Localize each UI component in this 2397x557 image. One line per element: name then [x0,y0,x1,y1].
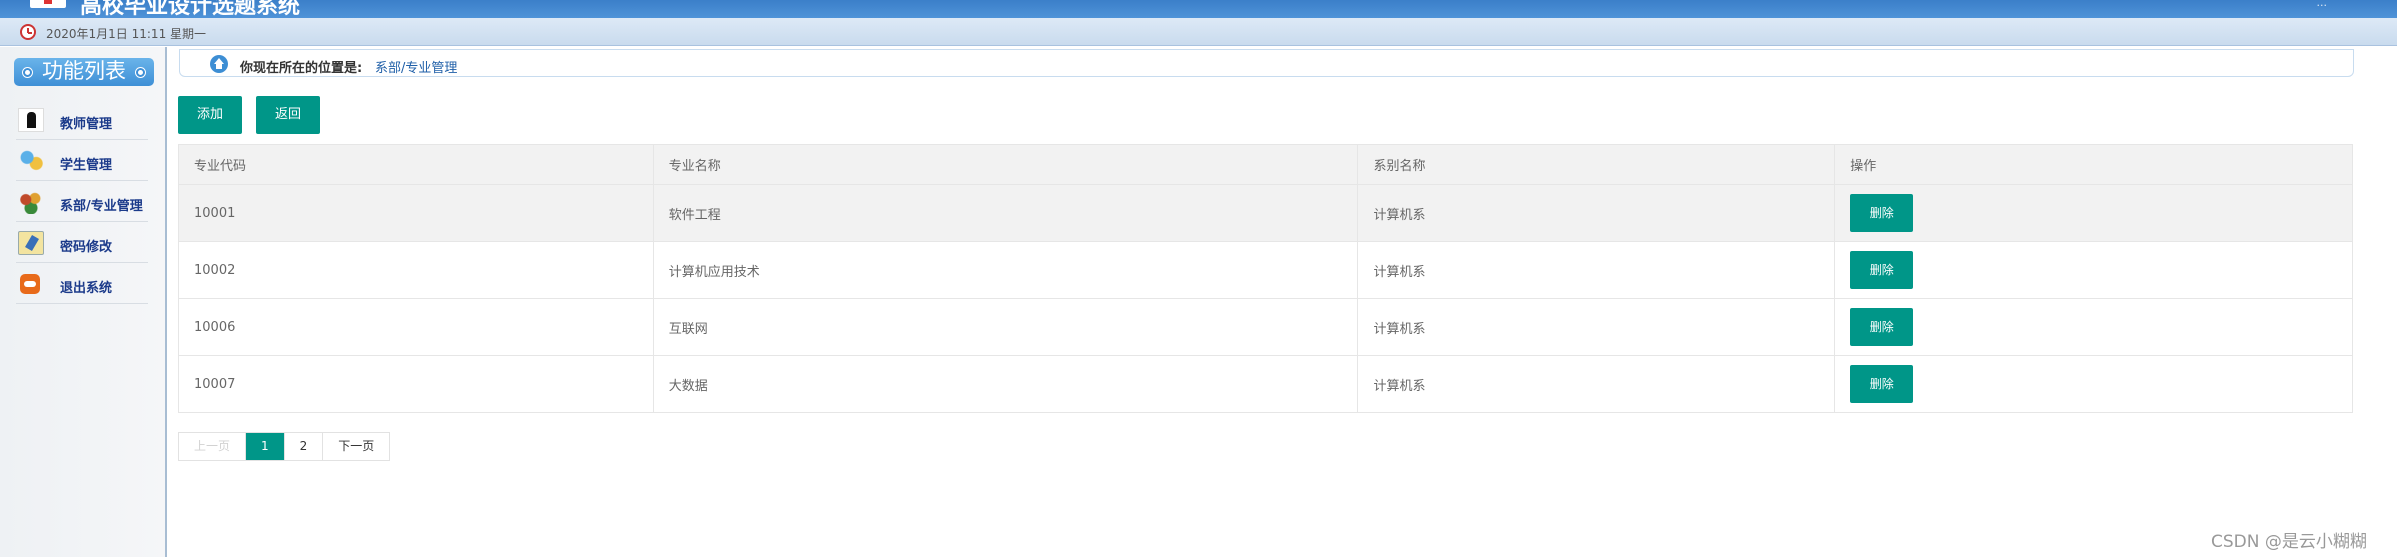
major-table: 专业代码 专业名称 系别名称 操作 10001 软件工程 计算机系 删除 100… [178,144,2353,413]
sidebar-item-label: 系部/专业管理 [60,199,143,214]
current-date: 2020年1月1日 11:11 星期一 [46,27,207,41]
column-header: 操作 [1834,144,2353,185]
students-icon [18,149,44,173]
breadcrumb-location[interactable]: 系部/专业管理 [375,57,457,76]
sidebar-title: 功能列表 [14,58,154,86]
actions-cell: 删除 [1834,298,2353,356]
pagination: 上一页 1 2 下一页 [178,432,391,461]
app-logo [30,0,66,8]
actions-cell: 删除 [1834,184,2353,242]
sidebar-item-label: 教师管理 [60,117,113,132]
sidebar-item-teacher[interactable]: 教师管理 [16,100,148,140]
breadcrumb: 你现在所在的位置是: 系部/专业管理 [179,49,2354,77]
app-title: 高校毕业设计选题系统 [80,0,301,19]
sidebar-item-label: 密码修改 [60,240,113,255]
prev-page-button[interactable]: 上一页 [179,433,247,460]
major-code: 10002 [178,241,654,299]
major-name: 大数据 [652,355,1359,413]
major-code: 10001 [178,184,654,242]
header-right-text: ... [2316,0,2328,9]
major-name: 互联网 [652,298,1359,356]
department-name: 计算机系 [1357,298,1836,356]
exit-icon [20,274,40,294]
bullet-icon [23,68,32,77]
table-row: 10006 互联网 计算机系 删除 [178,298,2353,356]
department-icon [18,190,44,214]
column-header: 系别名称 [1357,144,1836,185]
page-1-button[interactable]: 1 [246,433,285,460]
table-row: 10007 大数据 计算机系 删除 [178,355,2353,413]
date-bar: 2020年1月1日 11:11 星期一 [0,18,2397,46]
csdn-watermark: CSDN @是云小糊糊 [2211,532,2367,552]
table-row: 10001 软件工程 计算机系 删除 [178,184,2353,242]
home-icon[interactable] [210,55,228,73]
breadcrumb-prefix: 你现在所在的位置是: [240,61,363,76]
table-row: 10002 计算机应用技术 计算机系 删除 [178,241,2353,299]
department-name: 计算机系 [1357,241,1836,299]
password-icon [18,231,44,255]
table-header-row: 专业代码 专业名称 系别名称 操作 [178,144,2353,185]
column-header: 专业代码 [178,144,654,185]
sidebar-item-exit[interactable]: 退出系统 [16,264,148,304]
delete-button[interactable]: 删除 [1850,251,1914,289]
department-name: 计算机系 [1357,184,1836,242]
sidebar-item-label: 退出系统 [60,281,113,296]
sidebar-item-department[interactable]: 系部/专业管理 [16,182,148,222]
delete-button[interactable]: 删除 [1850,308,1914,346]
actions-cell: 删除 [1834,355,2353,413]
next-page-button[interactable]: 下一页 [323,433,390,460]
back-button[interactable]: 返回 [256,96,320,134]
sidebar-item-label: 学生管理 [60,158,113,173]
delete-button[interactable]: 删除 [1850,365,1914,403]
actions-cell: 删除 [1834,241,2353,299]
sidebar-item-student[interactable]: 学生管理 [16,141,148,181]
bullet-icon [136,68,145,77]
teacher-icon [18,108,44,132]
delete-button[interactable]: 删除 [1850,194,1914,232]
major-code: 10006 [178,298,654,356]
major-code: 10007 [178,355,654,413]
page-2-button[interactable]: 2 [284,433,324,460]
major-name: 计算机应用技术 [652,241,1359,299]
add-button[interactable]: 添加 [178,96,242,134]
app-header: 高校毕业设计选题系统 ... [0,0,2397,19]
sidebar: 功能列表 教师管理 学生管理 系部/专业管理 密码修改 退出系统 [0,47,167,557]
column-header: 专业名称 [652,144,1359,185]
sidebar-title-text: 功能列表 [42,59,126,83]
clock-icon [20,24,36,40]
sidebar-item-password[interactable]: 密码修改 [16,223,148,263]
department-name: 计算机系 [1357,355,1836,413]
major-name: 软件工程 [652,184,1359,242]
